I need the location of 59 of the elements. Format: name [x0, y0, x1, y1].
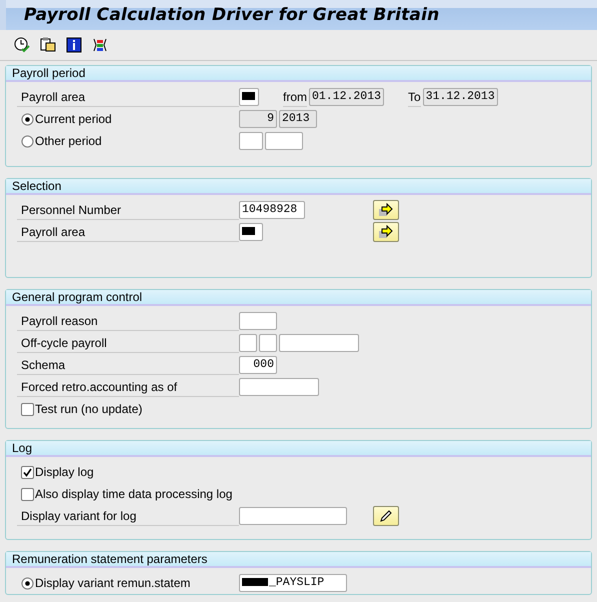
input-field[interactable]	[239, 312, 277, 330]
arrow-button[interactable]	[373, 200, 399, 220]
group-title: General program control	[6, 290, 591, 306]
field-label: Payroll area	[17, 222, 239, 242]
checkbox-label: Display log	[35, 465, 94, 479]
input-field[interactable]	[239, 223, 263, 241]
info-icon	[66, 37, 82, 53]
radio-label: Current period	[35, 112, 112, 126]
radio-button[interactable]	[21, 134, 34, 148]
input-field[interactable]: _PAYSLIP	[239, 574, 347, 592]
input-field[interactable]	[279, 334, 359, 352]
field-label: Payroll area	[17, 88, 239, 106]
input-field[interactable]	[239, 507, 347, 525]
window-title: Payroll Calculation Driver for Great Britain	[24, 5, 440, 25]
checkbox-label: Also display time data processing log	[35, 487, 232, 501]
clock-check-icon	[14, 37, 30, 53]
input-field[interactable]: 10498928	[239, 201, 305, 219]
input-field[interactable]	[239, 132, 263, 150]
radio-label: Other period	[35, 134, 102, 148]
input-field[interactable]	[239, 334, 257, 352]
field-label: Forced retro.accounting as of	[17, 378, 239, 396]
input-field[interactable]	[239, 378, 319, 396]
input-field[interactable]: 01.12.2013	[309, 88, 384, 106]
arrow-button[interactable]	[373, 222, 399, 242]
copy-icon	[40, 37, 56, 53]
input-field[interactable]: 31.12.2013	[422, 88, 498, 106]
field-label: from	[283, 88, 307, 106]
field-label: Payroll reason	[17, 312, 239, 330]
input-field[interactable]: 9	[239, 110, 277, 128]
checkbox[interactable]	[21, 402, 34, 416]
checkbox-label: Test run (no update)	[35, 402, 142, 416]
group-title: Payroll period	[6, 66, 591, 82]
input-field[interactable]: 000	[239, 356, 277, 374]
field-label: Schema	[17, 356, 239, 374]
field-label: Off-cycle payroll	[17, 334, 239, 352]
toolbar-button[interactable]	[91, 36, 109, 54]
toolbar-button[interactable]	[39, 36, 57, 54]
field-label: To	[408, 88, 421, 106]
arrow-icon	[378, 203, 394, 217]
colored-lines-icon	[92, 37, 108, 53]
edit-button[interactable]	[373, 506, 399, 526]
toolbar-button[interactable]	[65, 36, 83, 54]
group-title: Selection	[6, 179, 591, 195]
input-field[interactable]	[259, 334, 277, 352]
checkbox[interactable]	[21, 488, 34, 500]
input-field[interactable]: 2013	[279, 110, 317, 128]
checkbox[interactable]	[21, 466, 34, 478]
radio-button[interactable]	[21, 112, 34, 126]
input-field[interactable]	[265, 132, 303, 150]
toolbar-button[interactable]	[13, 36, 31, 54]
input-field[interactable]	[239, 88, 259, 106]
group-title: Remuneration statement parameters	[6, 552, 591, 568]
group-title: Log	[6, 441, 591, 457]
radio-label: Display variant remun.statem	[35, 576, 190, 590]
arrow-icon	[378, 225, 394, 239]
field-label: Display variant for log	[17, 506, 239, 526]
field-label: Personnel Number	[17, 200, 239, 220]
pencil-icon	[379, 509, 393, 523]
radio-button[interactable]	[21, 576, 34, 590]
